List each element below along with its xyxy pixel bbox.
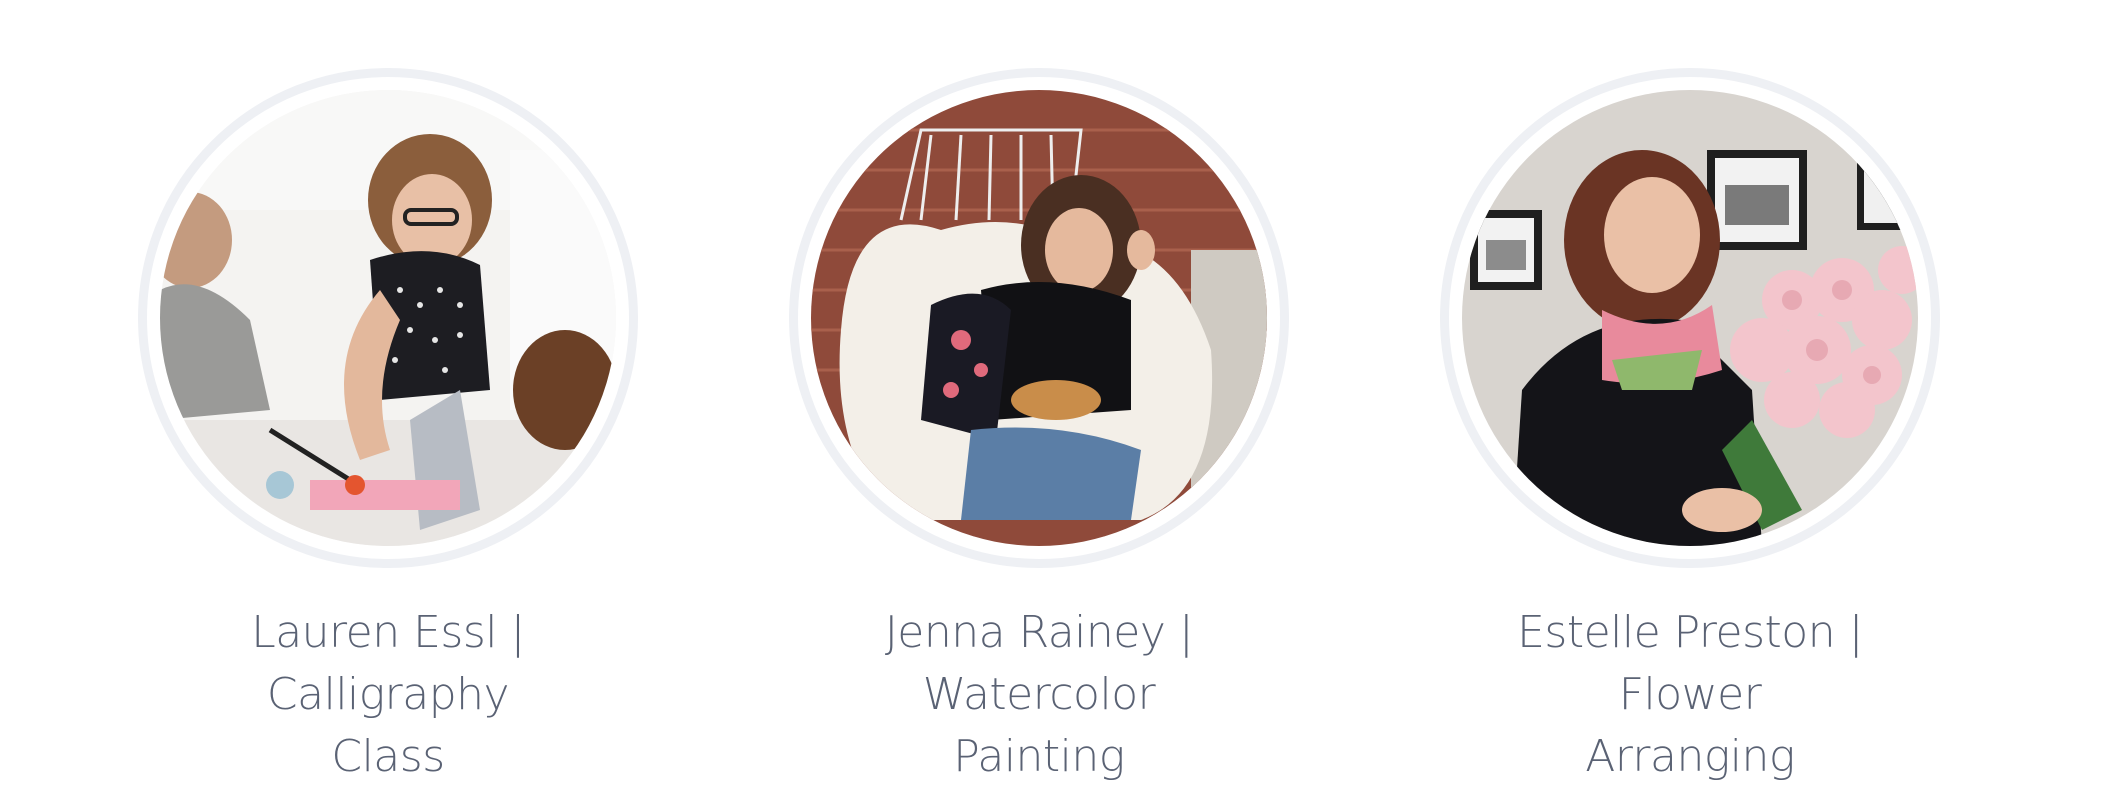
caption-line-2: Class xyxy=(331,731,445,782)
instructor-card-lauren[interactable]: Lauren Essl | Calligraphy Class xyxy=(138,68,638,786)
instructor-link-lauren[interactable]: Lauren Essl | Calligraphy Class xyxy=(138,602,638,786)
instructor-card-jenna[interactable]: Jenna Rainey | Watercolor Painting xyxy=(789,68,1289,786)
caption-line-2: Painting xyxy=(953,731,1125,782)
watercolor-painting-photo xyxy=(811,90,1267,546)
caption-line-2: Arranging xyxy=(1585,731,1795,782)
calligraphy-class-photo xyxy=(160,90,616,546)
photo-frame xyxy=(138,68,638,568)
photo-frame xyxy=(789,68,1289,568)
caption-line-1: Lauren Essl | Calligraphy xyxy=(251,607,525,720)
instructor-photo-jenna[interactable] xyxy=(811,90,1267,546)
instructor-photo-lauren[interactable] xyxy=(160,90,616,546)
instructor-gallery: Lauren Essl | Calligraphy Class Jenna Ra… xyxy=(0,0,2110,786)
instructor-caption: Lauren Essl | Calligraphy Class xyxy=(138,602,638,786)
instructor-link-estelle[interactable]: Estelle Preston | Flower Arranging xyxy=(1440,602,1940,786)
instructor-photo-estelle[interactable] xyxy=(1462,90,1918,546)
instructor-caption: Estelle Preston | Flower Arranging xyxy=(1440,602,1940,786)
photo-frame xyxy=(1440,68,1940,568)
instructor-caption: Jenna Rainey | Watercolor Painting xyxy=(789,602,1289,786)
instructor-link-jenna[interactable]: Jenna Rainey | Watercolor Painting xyxy=(789,602,1289,786)
flower-arranging-photo xyxy=(1462,90,1918,546)
caption-line-1: Jenna Rainey | Watercolor xyxy=(884,607,1194,720)
caption-line-1: Estelle Preston | Flower xyxy=(1517,607,1863,720)
instructor-card-estelle[interactable]: Estelle Preston | Flower Arranging xyxy=(1440,68,1940,786)
